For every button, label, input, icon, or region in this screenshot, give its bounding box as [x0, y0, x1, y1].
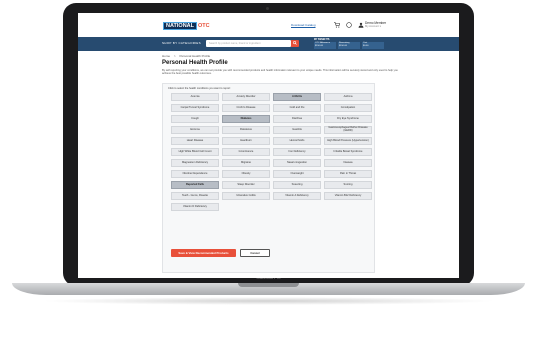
condition-chip[interactable]: Heartburn: [222, 137, 270, 145]
cancel-button[interactable]: Cancel: [240, 249, 270, 257]
conditions-prompt: Click to select the health conditions yo…: [168, 87, 231, 90]
condition-chip[interactable]: Magnesium Deficiency: [171, 159, 219, 167]
benefit-value: $150.00: [315, 44, 323, 47]
benefit-cart: Cart $0.00: [362, 42, 384, 49]
condition-chip[interactable]: Anemia: [171, 93, 219, 101]
condition-chip[interactable]: Diarrhea: [273, 115, 321, 123]
camera: [266, 7, 269, 10]
breadcrumb-current: Personal Health Profile: [179, 54, 211, 58]
condition-chip[interactable]: Sneezing: [273, 181, 321, 189]
page-intro: By self reporting your conditions, we ca…: [162, 69, 398, 76]
condition-chip[interactable]: Pain in Throat: [324, 170, 372, 178]
conditions-grid: Anemia Anxiety Disorder Arthritis Asthma Car…: [171, 93, 372, 211]
shop-by-categories-menu[interactable]: SHOP BY CATEGORIES: [162, 41, 201, 45]
condition-chip[interactable]: Iron Deficiency: [273, 148, 321, 156]
breadcrumb-home[interactable]: Home: [162, 54, 170, 58]
site-header: NATIONAL OTC Download Catalog Demo Membe…: [78, 13, 459, 38]
condition-chip[interactable]: Incontinence: [222, 148, 270, 156]
logo-part1: NATIONAL: [163, 21, 198, 30]
condition-chip[interactable]: Overweight: [273, 170, 321, 178]
condition-chip[interactable]: Nausea: [324, 159, 372, 167]
cart-icon[interactable]: [334, 22, 341, 30]
condition-chip[interactable]: High Blood Pressure (Hypertension): [324, 137, 372, 145]
condition-chip[interactable]: Flatulence: [222, 126, 270, 134]
benefits-title: MY BENEFITS: [314, 39, 330, 41]
condition-chip[interactable]: Anxiety Disorder: [222, 93, 270, 101]
condition-chip[interactable]: Eczema: [171, 126, 219, 134]
condition-chip[interactable]: Arthritis: [273, 93, 321, 101]
search-button[interactable]: [291, 40, 299, 47]
condition-chip[interactable]: Cold and Flu: [273, 104, 321, 112]
condition-chip[interactable]: Hemorrhoids: [273, 137, 321, 145]
condition-chip[interactable]: Sleep Disorder: [222, 181, 270, 189]
benefit-value: $0.00: [363, 44, 369, 47]
page-title: Personal Health Profile: [162, 60, 228, 66]
user-menu[interactable]: Demo Member My Account ▾: [365, 21, 386, 29]
condition-chip[interactable]: Heart Disease: [171, 137, 219, 145]
logo-part2: OTC: [198, 22, 210, 29]
condition-chip[interactable]: Nicotine Dependence: [171, 170, 219, 178]
condition-chip[interactable]: Irritable Bowel Syndrome: [324, 148, 372, 156]
condition-chip[interactable]: Diabetes: [222, 115, 270, 123]
condition-chip[interactable]: Ulcerative Colitis: [222, 192, 270, 200]
condition-chip[interactable]: Gastroesophageal Reflux Disease (GERD): [324, 126, 372, 134]
benefit-allowance: OTC Allowance $150.00: [314, 42, 336, 49]
breadcrumb: Home > Personal Health Profile: [162, 54, 213, 58]
benefit-value: $150.00: [339, 44, 347, 47]
condition-chip[interactable]: Cough: [171, 115, 219, 123]
search-input[interactable]: Search by product name, brand or ingredi…: [206, 40, 291, 47]
site-logo[interactable]: NATIONAL OTC: [163, 21, 210, 30]
condition-chip[interactable]: Dry Eye Syndrome: [324, 115, 372, 123]
download-catalog-link[interactable]: Download Catalog: [291, 23, 316, 27]
nav-bar: SHOP BY CATEGORIES Search by product nam…: [78, 37, 459, 51]
condition-chip[interactable]: High White Blood Cell Count: [171, 148, 219, 156]
condition-chip[interactable]: Vitamin A Deficiency: [273, 192, 321, 200]
condition-chip[interactable]: Vitamin D Deficiency: [171, 203, 219, 211]
condition-chip[interactable]: Asthma: [324, 93, 372, 101]
save-view-recommended-button[interactable]: Save & View Recommended Products: [171, 249, 236, 257]
condition-chip[interactable]: Snoring: [324, 181, 372, 189]
benefit-remaining: Remaining $150.00: [338, 42, 360, 49]
condition-chip[interactable]: Teeth - Gums, Rosette: [171, 192, 219, 200]
condition-chip[interactable]: Vitamin B12 Deficiency: [324, 192, 372, 200]
search-icon: [293, 41, 297, 45]
condition-chip[interactable]: Nasal congestion: [273, 159, 321, 167]
laptop-notch: [238, 283, 299, 287]
benefits-summary[interactable]: MY BENEFITS OTC Allowance $150.00 Remain…: [314, 39, 402, 50]
condition-chip[interactable]: Reported Falls: [171, 181, 219, 189]
condition-chip[interactable]: Carpal Tunnel Syndrome: [171, 104, 219, 112]
action-buttons: Save & View Recommended Products Cancel: [171, 249, 270, 257]
breadcrumb-separator: >: [173, 54, 176, 58]
help-icon[interactable]: [346, 22, 352, 30]
condition-chip[interactable]: Constipation: [324, 104, 372, 112]
condition-chip[interactable]: Crohn's Disease: [222, 104, 270, 112]
user-icon[interactable]: [358, 22, 364, 30]
condition-chip[interactable]: Obesity: [222, 170, 270, 178]
condition-chip[interactable]: Gastritis: [273, 126, 321, 134]
laptop-shadow: [40, 297, 497, 305]
condition-chip[interactable]: Migraine: [222, 159, 270, 167]
user-account-link: My Account ▾: [365, 25, 381, 28]
